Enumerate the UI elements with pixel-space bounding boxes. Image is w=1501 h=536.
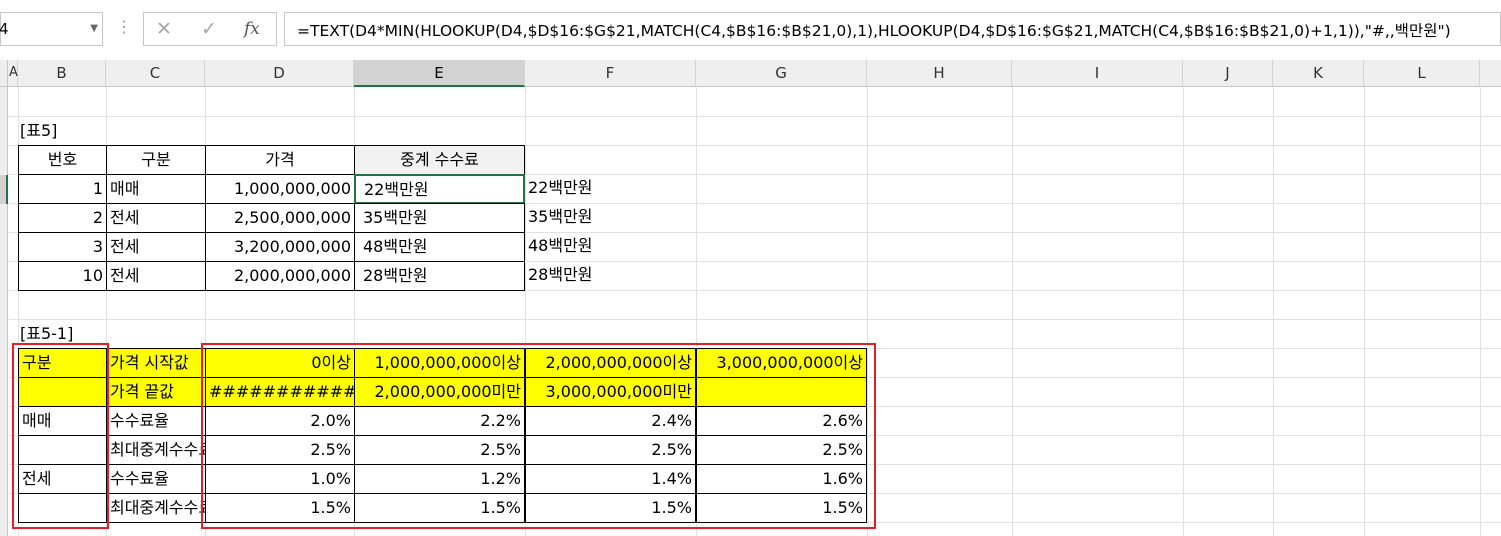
table5-cell-price[interactable]: 3,200,000,000 [205,232,355,262]
column-header-j[interactable]: J [1183,60,1273,87]
table51-cell-c[interactable]: 가격 끝값 [106,377,206,407]
table5-cell-type[interactable]: 매매 [106,174,206,204]
column-header-k[interactable]: K [1273,60,1364,87]
enter-icon[interactable]: ✓ [201,18,217,40]
table51-cell-d[interactable]: 0이상 [205,348,355,378]
name-box[interactable]: 4 ▼ [0,12,103,46]
table5-cell-no[interactable]: 2 [18,203,107,233]
table5-header-fee[interactable]: 중계 수수료 [354,145,525,175]
chevron-down-icon[interactable]: ▼ [90,23,98,34]
table5-cell-type[interactable]: 전세 [106,203,206,233]
side-result[interactable]: 35백만원 [528,203,593,231]
column-header-f[interactable]: F [525,60,696,87]
table51-cell-e[interactable]: 2,000,000,000미만 [354,377,525,407]
table51-cell-g[interactable]: 2.5% [696,435,867,465]
table51-cell-e[interactable]: 2.5% [354,435,525,465]
table51-cell-e[interactable]: 1,000,000,000이상 [354,348,525,378]
column-header-i[interactable]: I [1012,60,1183,87]
table51-cell-f[interactable]: 1.4% [525,464,696,494]
table5-cell-price[interactable]: 2,500,000,000 [205,203,355,233]
column-header-e[interactable]: E [354,60,525,87]
selected-row-marker [0,175,8,204]
table51-cell-b[interactable]: 구분 [18,348,107,378]
formula-input[interactable]: =TEXT(D4*MIN(HLOOKUP(D4,$D$16:$G$21,MATC… [284,12,1501,46]
column-header-d[interactable]: D [205,60,354,87]
table5-header-no[interactable]: 번호 [18,145,107,175]
column-header-b[interactable]: B [18,60,106,87]
table51-cell-d[interactable]: 2.0% [205,406,355,436]
table51-cell-c[interactable]: 최대중계수수료율 [106,493,206,523]
table51-title: [표5-1] [20,324,74,343]
column-header-a[interactable]: A [8,60,18,87]
table51-cell-b[interactable] [18,493,107,523]
table5-cell-no[interactable]: 3 [18,232,107,262]
table51-cell-f[interactable]: 2.5% [525,435,696,465]
table5-cell-fee-active[interactable]: 22백만원 [354,174,525,204]
side-result[interactable]: 48백만원 [528,232,593,260]
table51-cell-g[interactable]: 1.6% [696,464,867,494]
cancel-icon[interactable]: ✕ [156,18,172,40]
name-box-value: 4 [0,20,9,38]
table51-cell-c[interactable]: 수수료율 [106,406,206,436]
table5-cell-fee[interactable]: 28백만원 [354,261,525,291]
table51-cell-e[interactable]: 1.2% [354,464,525,494]
table5-cell-fee[interactable]: 35백만원 [354,203,525,233]
column-header-g[interactable]: G [696,60,867,87]
table51-cell-f[interactable]: 2,000,000,000이상 [525,348,696,378]
table5-cell-type[interactable]: 전세 [106,261,206,291]
table51-cell-d[interactable]: 2.5% [205,435,355,465]
table5-cell-price[interactable]: 1,000,000,000 [205,174,355,204]
table51-cell-b[interactable] [18,435,107,465]
formula-bar-area: 4 ▼ ⋮ ✕ ✓ fx =TEXT(D4*MIN(HLOOKUP(D4,$D$… [0,0,1501,61]
side-result[interactable]: 28백만원 [528,261,593,289]
column-header-h[interactable]: H [867,60,1012,87]
column-header-m[interactable] [1480,60,1501,87]
table5-title: [표5] [20,121,58,140]
table51-cell-g[interactable]: 3,000,000,000이상 [696,348,867,378]
table51-cell-e[interactable]: 1.5% [354,493,525,523]
table51-cell-b[interactable]: 매매 [18,406,107,436]
row-header-strip[interactable] [0,87,8,536]
select-all-corner[interactable] [0,60,8,87]
table51-cell-d[interactable]: 1.0% [205,464,355,494]
table5-cell-price[interactable]: 2,000,000,000 [205,261,355,291]
table5-cell-no[interactable]: 1 [18,174,107,204]
table51-cell-b[interactable] [18,377,107,407]
side-result[interactable]: 22백만원 [528,174,593,202]
table51-cell-f[interactable]: 3,000,000,000미만 [525,377,696,407]
table51-cell-c[interactable]: 수수료율 [106,464,206,494]
table51-cell-d[interactable]: 1.5% [205,493,355,523]
table5-cell-no[interactable]: 10 [18,261,107,291]
table51-cell-g[interactable]: 1.5% [696,493,867,523]
table51-cell-e[interactable]: 2.2% [354,406,525,436]
table51-cell-f[interactable]: 1.5% [525,493,696,523]
table51-cell-f[interactable]: 2.4% [525,406,696,436]
table51-cell-d[interactable]: ############ [205,377,355,407]
table51-cell-c[interactable]: 최대중계수수료율 [106,435,206,465]
formula-text: =TEXT(D4*MIN(HLOOKUP(D4,$D$16:$G$21,MATC… [297,22,1451,40]
formula-buttons: ✕ ✓ fx [143,12,277,46]
more-vertical-icon: ⋮ [116,17,132,36]
table5-cell-fee[interactable]: 48백만원 [354,232,525,262]
insert-function-icon[interactable]: fx [244,19,260,39]
column-header-l[interactable]: L [1364,60,1480,87]
table51-cell-g[interactable] [696,377,867,407]
table5-header-price[interactable]: 가격 [205,145,355,175]
table5-header-type[interactable]: 구분 [106,145,206,175]
table51-cell-c[interactable]: 가격 시작값 [106,348,206,378]
table51-cell-b[interactable]: 전세 [18,464,107,494]
table5-cell-type[interactable]: 전세 [106,232,206,262]
column-header-c[interactable]: C [106,60,205,87]
table51-cell-g[interactable]: 2.6% [696,406,867,436]
